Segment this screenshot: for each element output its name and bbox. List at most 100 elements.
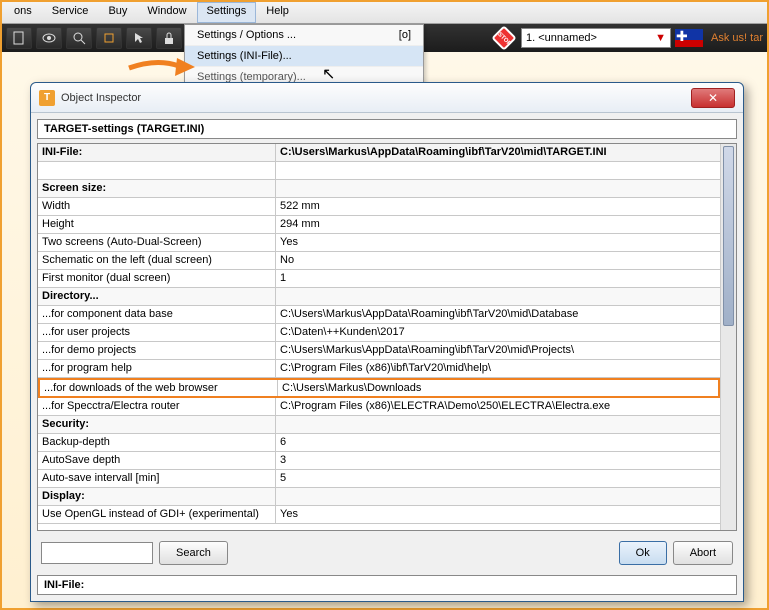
grid-cell-key: Auto-save intervall [min] — [38, 470, 276, 487]
toolbar-pointer-icon[interactable] — [126, 27, 152, 49]
toolbar-lock-icon[interactable] — [156, 27, 182, 49]
grid-cell-key: ...for program help — [38, 360, 276, 377]
dropdown-settings-ini[interactable]: Settings (INI-File)... — [185, 46, 423, 67]
dialog-titlebar[interactable]: T Object Inspector ✕ — [31, 83, 743, 113]
grid-row[interactable]: ...for user projectsC:\Daten\++Kunden\20… — [38, 324, 720, 342]
object-inspector-dialog: T Object Inspector ✕ TARGET-settings (TA… — [30, 82, 744, 602]
grid-cell-key: Screen size: — [38, 180, 276, 197]
search-input[interactable] — [41, 542, 153, 564]
title-field: TARGET-settings (TARGET.INI) — [37, 119, 737, 139]
grid-row[interactable]: Schematic on the left (dual screen)No — [38, 252, 720, 270]
menu-service[interactable]: Service — [42, 2, 99, 23]
search-button[interactable]: Search — [159, 541, 228, 565]
grid-row[interactable]: Backup-depth6 — [38, 434, 720, 452]
ask-us-link[interactable]: Ask us! tar — [711, 32, 763, 44]
dropdown-settings-options[interactable]: Settings / Options ... [o] — [185, 25, 423, 46]
menu-settings[interactable]: Settings — [197, 2, 257, 23]
grid-cell-value — [276, 162, 720, 179]
scrollbar[interactable] — [720, 144, 736, 530]
grid-cell-value — [276, 288, 720, 305]
grid-row[interactable]: ...for component data baseC:\Users\Marku… — [38, 306, 720, 324]
layer-combo-value: 1. <unnamed> — [526, 32, 597, 44]
grid-row[interactable]: ...for Specctra/Electra routerC:\Program… — [38, 398, 720, 416]
grid-cell-key: Two screens (Auto-Dual-Screen) — [38, 234, 276, 251]
grid-cell-key: Security: — [38, 416, 276, 433]
grid-cell-value[interactable]: 3 — [276, 452, 720, 469]
grid-cell-value[interactable]: C:\Users\Markus\AppData\Roaming\ibf\TarV… — [276, 342, 720, 359]
menu-ons[interactable]: ons — [4, 2, 42, 23]
grid-section: Screen size: — [38, 180, 720, 198]
grid-cell-key: Width — [38, 198, 276, 215]
menu-window[interactable]: Window — [137, 2, 196, 23]
ok-button[interactable]: Ok — [619, 541, 667, 565]
status-bar: INI-File: — [37, 575, 737, 595]
menubar: ons Service Buy Window Settings Help — [2, 2, 767, 24]
grid-cell-key — [38, 162, 276, 179]
grid-row[interactable]: ...for downloads of the web browserC:\Us… — [38, 378, 720, 398]
toolbar-fit-icon[interactable] — [96, 27, 122, 49]
grid-cell-key: ...for downloads of the web browser — [40, 380, 278, 396]
grid-cell-value[interactable]: Yes — [276, 506, 720, 523]
toolbar-eye-icon[interactable] — [36, 27, 62, 49]
grid-cell-value — [276, 488, 720, 505]
grid-row[interactable]: Use OpenGL instead of GDI+ (experimental… — [38, 506, 720, 524]
grid-cell-key: AutoSave depth — [38, 452, 276, 469]
grid-cell-value[interactable]: 1 — [276, 270, 720, 287]
mouse-cursor-icon: ↖ — [322, 64, 335, 84]
grid-cell-value — [276, 416, 720, 433]
close-button[interactable]: ✕ — [691, 88, 735, 108]
grid-cell-value[interactable]: C:\Daten\++Kunden\2017 — [276, 324, 720, 341]
grid-cell-key: Height — [38, 216, 276, 233]
grid-section: Directory... — [38, 288, 720, 306]
grid-cell-key: ...for user projects — [38, 324, 276, 341]
grid-section: Security: — [38, 416, 720, 434]
grid-row[interactable]: Auto-save intervall [min]5 — [38, 470, 720, 488]
dialog-title: Object Inspector — [61, 92, 691, 104]
grid-cell-value[interactable]: 6 — [276, 434, 720, 451]
flag-icon[interactable] — [675, 29, 703, 47]
grid-cell-key: Directory... — [38, 288, 276, 305]
grid-row[interactable]: Two screens (Auto-Dual-Screen)Yes — [38, 234, 720, 252]
grid-cell-value[interactable]: Yes — [276, 234, 720, 251]
grid-header: INI-File:C:\Users\Markus\AppData\Roaming… — [38, 144, 720, 162]
grid-row[interactable]: First monitor (dual screen)1 — [38, 270, 720, 288]
grid-cell-key: ...for demo projects — [38, 342, 276, 359]
property-grid: INI-File:C:\Users\Markus\AppData\Roaming… — [37, 143, 737, 531]
settings-dropdown: Settings / Options ... [o] Settings (INI… — [184, 24, 424, 89]
dialog-icon: T — [39, 90, 55, 106]
grid-cell-value[interactable]: C:\Users\Markus\AppData\Roaming\ibf\TarV… — [276, 306, 720, 323]
menu-help[interactable]: Help — [256, 2, 299, 23]
grid-cell-key: ...for Specctra/Electra router — [38, 398, 276, 415]
toolbar-zoom-icon[interactable] — [66, 27, 92, 49]
grid-cell-key: ...for component data base — [38, 306, 276, 323]
grid-row[interactable]: ...for demo projectsC:\Users\Markus\AppD… — [38, 342, 720, 360]
grid-cell-value[interactable]: 294 mm — [276, 216, 720, 233]
grid-cell-key: Display: — [38, 488, 276, 505]
grid-row[interactable]: ...for program helpC:\Program Files (x86… — [38, 360, 720, 378]
grid-row[interactable]: AutoSave depth3 — [38, 452, 720, 470]
abort-button[interactable]: Abort — [673, 541, 733, 565]
grid-cell-key: Backup-depth — [38, 434, 276, 451]
grid-row — [38, 162, 720, 180]
scrollbar-thumb[interactable] — [723, 146, 734, 326]
toolbar-stop-icon[interactable]: STOP — [491, 27, 517, 49]
grid-cell-value[interactable]: C:\Users\Markus\Downloads — [278, 380, 718, 396]
toolbar-new-icon[interactable] — [6, 27, 32, 49]
grid-cell-value[interactable]: C:\Program Files (x86)\ELECTRA\Demo\250\… — [276, 398, 720, 415]
grid-cell-value — [276, 180, 720, 197]
grid-row[interactable]: Height294 mm — [38, 216, 720, 234]
grid-cell-value[interactable]: C:\Program Files (x86)\ibf\TarV20\mid\he… — [276, 360, 720, 377]
callout-arrow-icon — [127, 54, 197, 85]
grid-cell-key: First monitor (dual screen) — [38, 270, 276, 287]
menu-buy[interactable]: Buy — [98, 2, 137, 23]
grid-header-key: INI-File: — [38, 144, 276, 161]
grid-section: Display: — [38, 488, 720, 506]
grid-row[interactable]: Width522 mm — [38, 198, 720, 216]
layer-combo[interactable]: 1. <unnamed>▼ — [521, 28, 671, 48]
grid-cell-key: Schematic on the left (dual screen) — [38, 252, 276, 269]
grid-cell-value[interactable]: 522 mm — [276, 198, 720, 215]
grid-cell-value[interactable]: 5 — [276, 470, 720, 487]
grid-header-value: C:\Users\Markus\AppData\Roaming\ibf\TarV… — [276, 144, 720, 161]
grid-cell-key: Use OpenGL instead of GDI+ (experimental… — [38, 506, 276, 523]
grid-cell-value[interactable]: No — [276, 252, 720, 269]
